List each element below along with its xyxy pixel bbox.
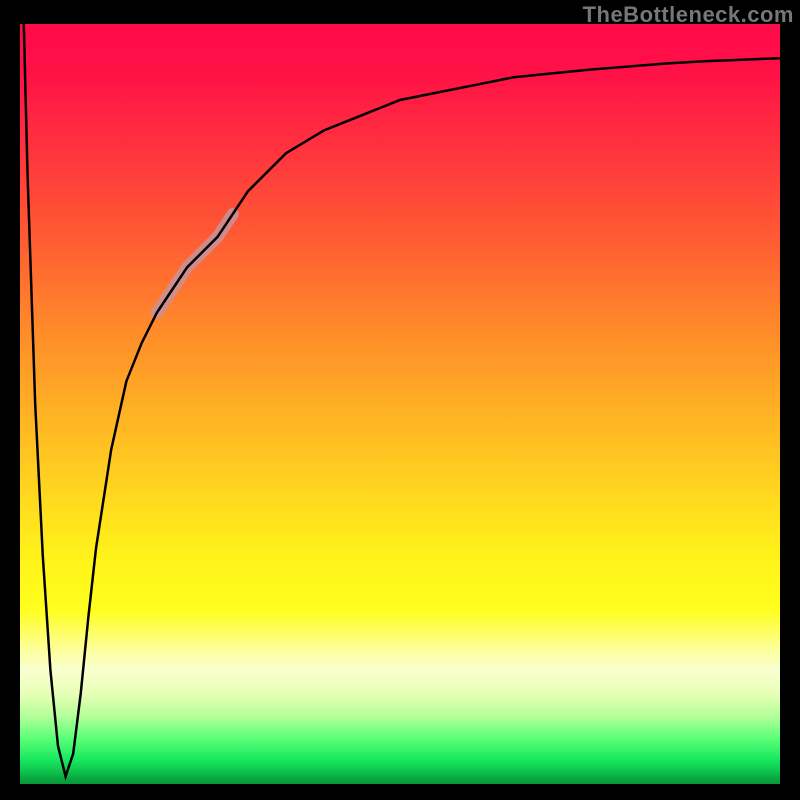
bottleneck-curve-line [24, 24, 780, 776]
highlight-segment [157, 214, 233, 313]
bottleneck-chart: TheBottleneck.com [0, 0, 800, 800]
curve-svg [20, 24, 780, 784]
watermark-text: TheBottleneck.com [583, 2, 794, 28]
plot-area [20, 24, 780, 784]
